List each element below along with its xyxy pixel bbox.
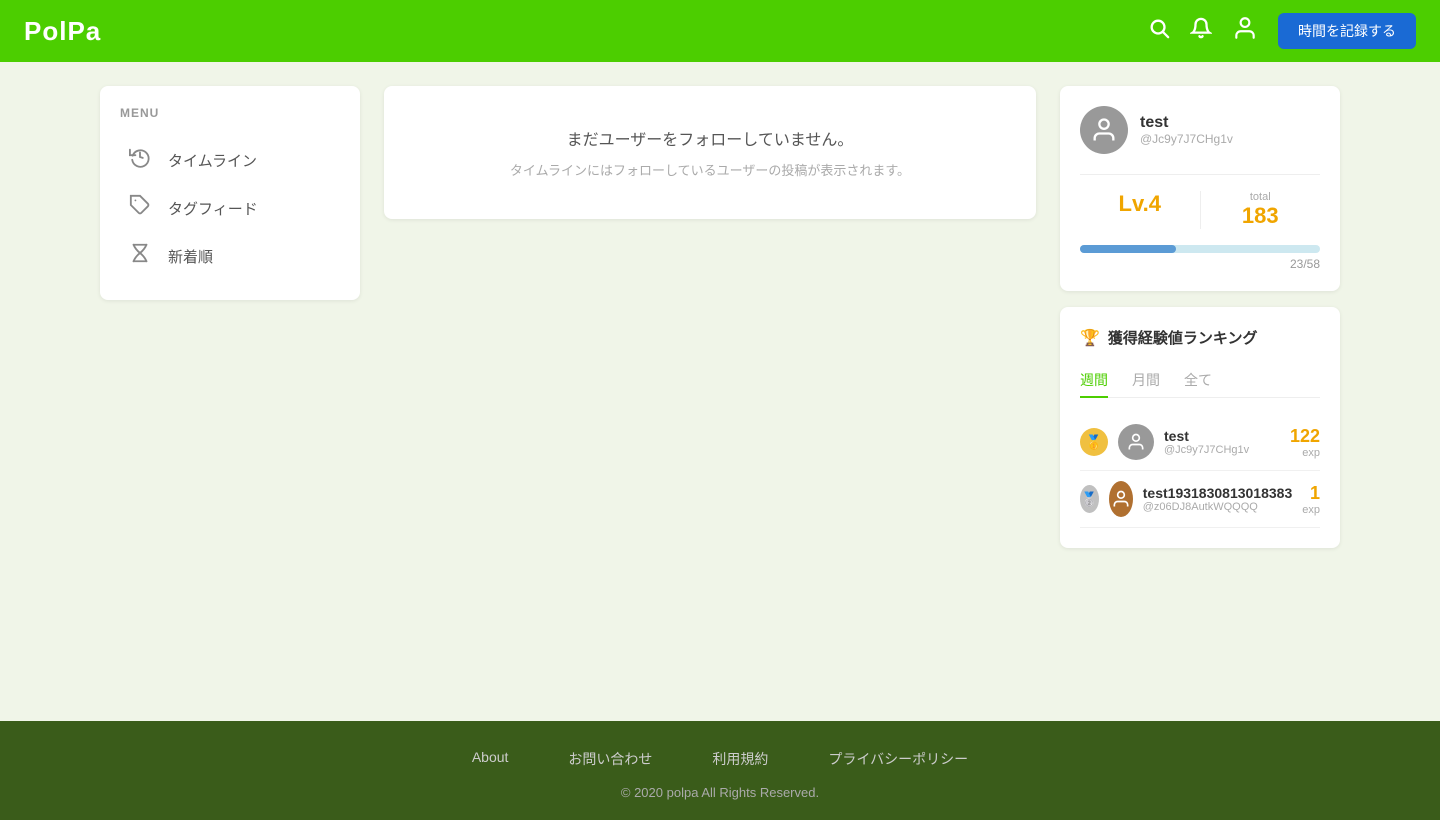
progress-bar-fill xyxy=(1080,245,1176,253)
progress-bar-bg xyxy=(1080,245,1320,253)
footer-link-terms[interactable]: 利用規約 xyxy=(712,749,768,769)
ranking-header: 🏆 獲得経験値ランキング xyxy=(1080,327,1320,348)
rank-info-2: test1931830813018383 @z06DJ8AutkWQQQQ xyxy=(1143,485,1292,513)
stat-total: total 183 xyxy=(1201,191,1321,229)
profile-stats: Lv.4 total 183 xyxy=(1080,174,1320,229)
logo: PolPa xyxy=(24,16,101,47)
footer: About お問い合わせ 利用規約 プライバシーポリシー © 2020 polp… xyxy=(0,721,1440,820)
tab-monthly[interactable]: 月間 xyxy=(1132,364,1160,398)
rank-info-1: test @Jc9y7J7CHg1v xyxy=(1164,428,1280,456)
rank-exp-label-1: exp xyxy=(1290,447,1320,459)
footer-link-about[interactable]: About xyxy=(472,749,509,769)
center-panel: まだユーザーをフォローしていません。 タイムラインにはフォローしているユーザーの… xyxy=(384,86,1036,219)
rank-exp-label-2: exp xyxy=(1302,504,1320,516)
rank-handle-1: @Jc9y7J7CHg1v xyxy=(1164,444,1280,456)
avatar xyxy=(1080,106,1128,154)
profile-top: test @Jc9y7J7CHg1v xyxy=(1080,106,1320,154)
rank-exp-1: 122 exp xyxy=(1290,426,1320,459)
ranking-card: 🏆 獲得経験値ランキング 週間 月間 全て 🥇 test xyxy=(1060,307,1340,548)
rank-exp-val-1: 122 xyxy=(1290,426,1320,447)
rank-name-1: test xyxy=(1164,428,1280,444)
hourglass-icon xyxy=(128,242,152,270)
progress-container: 23/58 xyxy=(1080,245,1320,271)
empty-sub: タイムラインにはフォローしているユーザーの投稿が表示されます。 xyxy=(404,160,1016,179)
ranking-item-1: 🥇 test @Jc9y7J7CHg1v 122 exp xyxy=(1080,414,1320,471)
rank-handle-2: @z06DJ8AutkWQQQQ xyxy=(1143,501,1292,513)
footer-links: About お問い合わせ 利用規約 プライバシーポリシー xyxy=(20,749,1420,769)
right-panel: test @Jc9y7J7CHg1v Lv.4 total 183 23/58 xyxy=(1060,86,1340,548)
total-label: total xyxy=(1201,191,1321,203)
history-icon xyxy=(128,146,152,174)
notification-icon[interactable] xyxy=(1190,17,1212,45)
level-value: Lv.4 xyxy=(1080,191,1200,217)
stat-level: Lv.4 xyxy=(1080,191,1201,229)
ranking-tabs: 週間 月間 全て xyxy=(1080,364,1320,398)
total-value: 183 xyxy=(1201,203,1321,229)
profile-name: test xyxy=(1140,114,1233,132)
rank-avatar-2 xyxy=(1109,481,1133,517)
tab-weekly[interactable]: 週間 xyxy=(1080,364,1108,398)
footer-link-contact[interactable]: お問い合わせ xyxy=(568,749,652,769)
footer-copyright: © 2020 polpa All Rights Reserved. xyxy=(20,785,1420,800)
menu-item-newest-label: 新着順 xyxy=(168,246,213,267)
profile-handle: @Jc9y7J7CHg1v xyxy=(1140,132,1233,146)
menu-item-tagfeed-label: タグフィード xyxy=(168,198,258,219)
header-actions: 時間を記録する xyxy=(1148,13,1416,49)
main-content: MENU タイムライン タグフィード xyxy=(0,62,1440,721)
tab-all[interactable]: 全て xyxy=(1184,364,1212,398)
menu-card: MENU タイムライン タグフィード xyxy=(100,86,360,300)
progress-text: 23/58 xyxy=(1080,257,1320,271)
user-icon[interactable] xyxy=(1232,15,1258,47)
header: PolPa 時間を記録する xyxy=(0,0,1440,62)
profile-info: test @Jc9y7J7CHg1v xyxy=(1140,114,1233,146)
footer-link-privacy[interactable]: プライバシーポリシー xyxy=(828,749,968,769)
rank-exp-2: 1 exp xyxy=(1302,483,1320,516)
profile-card: test @Jc9y7J7CHg1v Lv.4 total 183 23/58 xyxy=(1060,86,1340,291)
menu-item-tagfeed[interactable]: タグフィード xyxy=(120,184,340,232)
menu-item-timeline[interactable]: タイムライン xyxy=(120,136,340,184)
record-time-button[interactable]: 時間を記録する xyxy=(1278,13,1416,49)
tag-icon xyxy=(128,194,152,222)
empty-timeline-card: まだユーザーをフォローしていません。 タイムラインにはフォローしているユーザーの… xyxy=(384,86,1036,219)
rank-name-2: test1931830813018383 xyxy=(1143,485,1292,501)
menu-item-newest[interactable]: 新着順 xyxy=(120,232,340,280)
ranking-item-2: 🥈 test1931830813018383 @z06DJ8AutkWQQQQ … xyxy=(1080,471,1320,528)
menu-title: MENU xyxy=(120,106,340,120)
empty-title: まだユーザーをフォローしていません。 xyxy=(404,126,1016,150)
rank-avatar-1 xyxy=(1118,424,1154,460)
ranking-title: 獲得経験値ランキング xyxy=(1108,327,1258,348)
rank-badge-1: 🥇 xyxy=(1080,428,1108,456)
trophy-icon: 🏆 xyxy=(1080,328,1100,348)
menu-item-timeline-label: タイムライン xyxy=(168,150,257,171)
rank-badge-2: 🥈 xyxy=(1080,485,1099,513)
rank-exp-val-2: 1 xyxy=(1302,483,1320,504)
search-icon[interactable] xyxy=(1148,17,1170,45)
